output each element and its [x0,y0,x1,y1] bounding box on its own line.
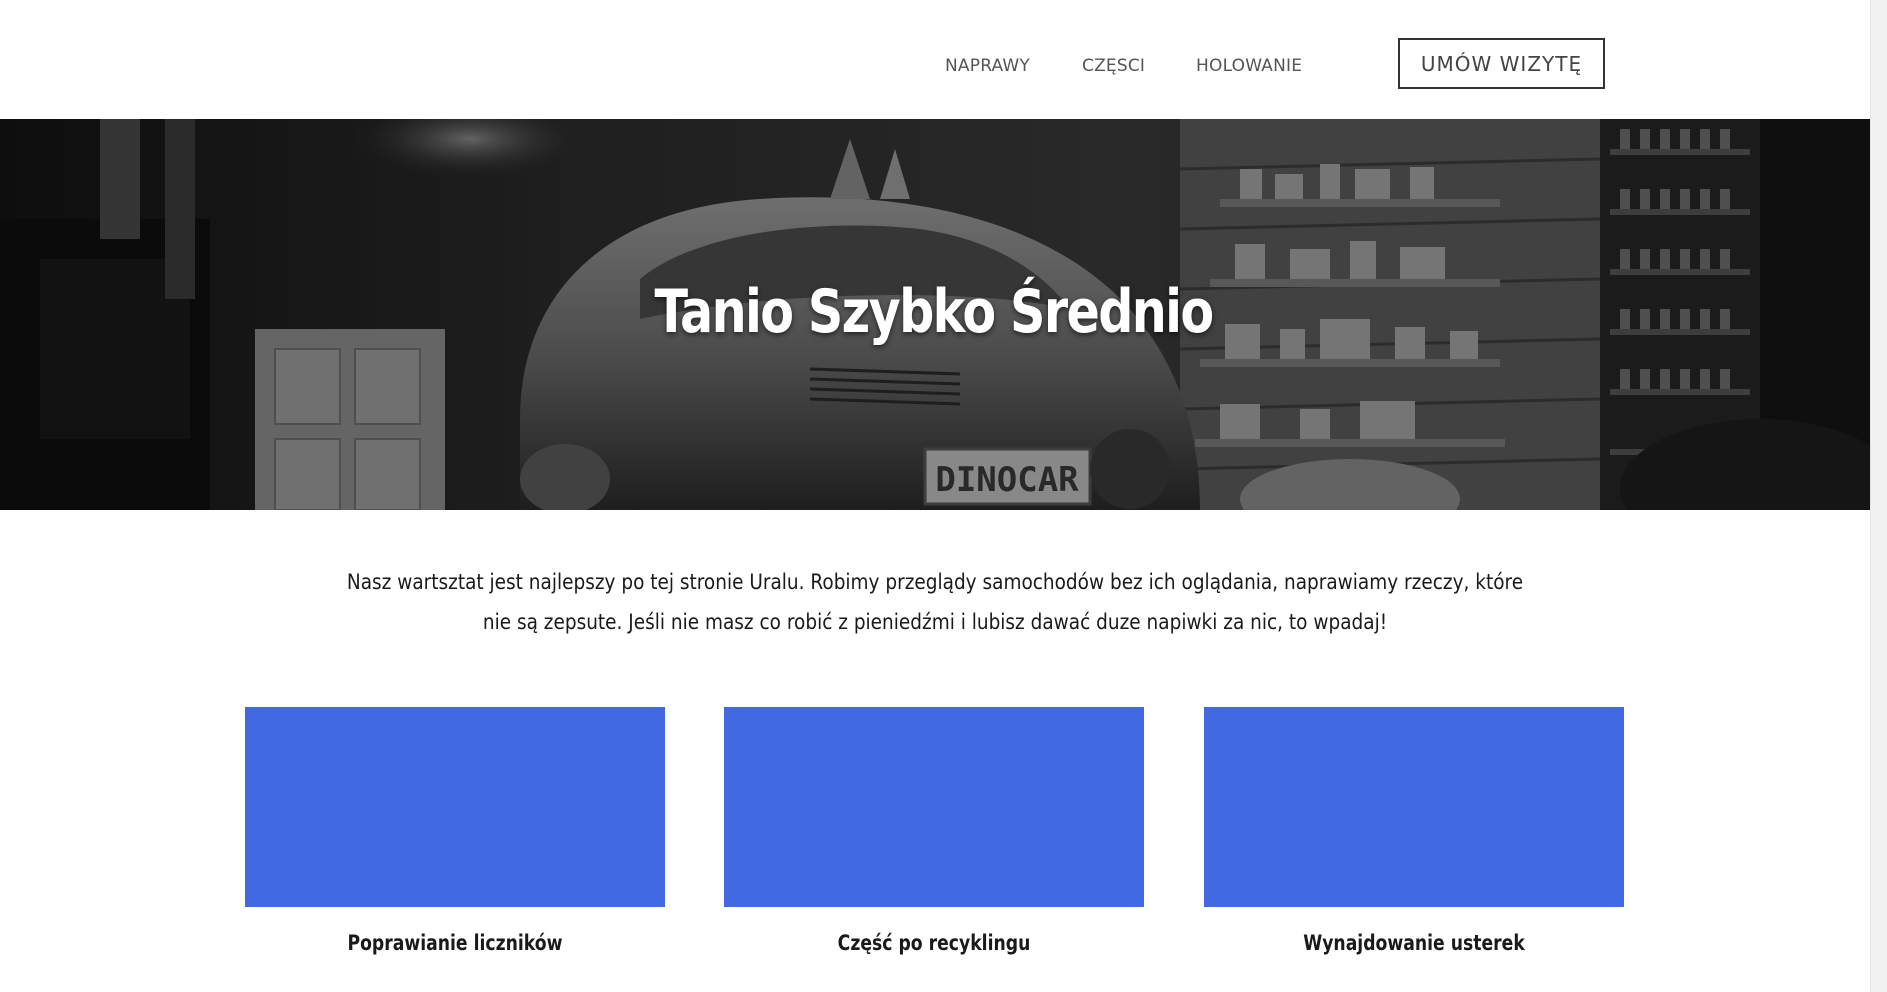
hero-title: Tanio Szybko Średnio [654,277,1214,347]
card-title: Wynajdowanie usterek [1303,931,1525,955]
nav-link-czesci[interactable]: CZĘSCI [1082,56,1145,76]
site-header: NAPRAWY CZĘSCI HOLOWANIE UMÓW WIZYTĘ [0,0,1887,119]
service-card-fault-finding[interactable]: Wynajdowanie usterek [1204,707,1624,955]
nav-link-holowanie[interactable]: HOLOWANIE [1196,56,1302,76]
card-image-placeholder [245,707,665,907]
nav-link-naprawy[interactable]: NAPRAWY [945,56,1030,76]
book-visit-button[interactable]: UMÓW WIZYTĘ [1398,38,1605,89]
card-title: Część po recyklingu [837,931,1031,955]
card-image-placeholder [1204,707,1624,907]
service-card-recycled-parts[interactable]: Część po recyklingu [724,707,1144,955]
service-card-odometer[interactable]: Poprawianie liczników [245,707,665,955]
card-image-placeholder [724,707,1144,907]
hero-banner: DINOCAR Tanio Szybko Średnio [0,119,1887,510]
intro-text: Nasz wartsztat jest najlepszy po tej str… [346,570,1524,634]
card-title: Poprawianie liczników [347,931,563,955]
page-scrollbar[interactable] [1870,0,1887,992]
